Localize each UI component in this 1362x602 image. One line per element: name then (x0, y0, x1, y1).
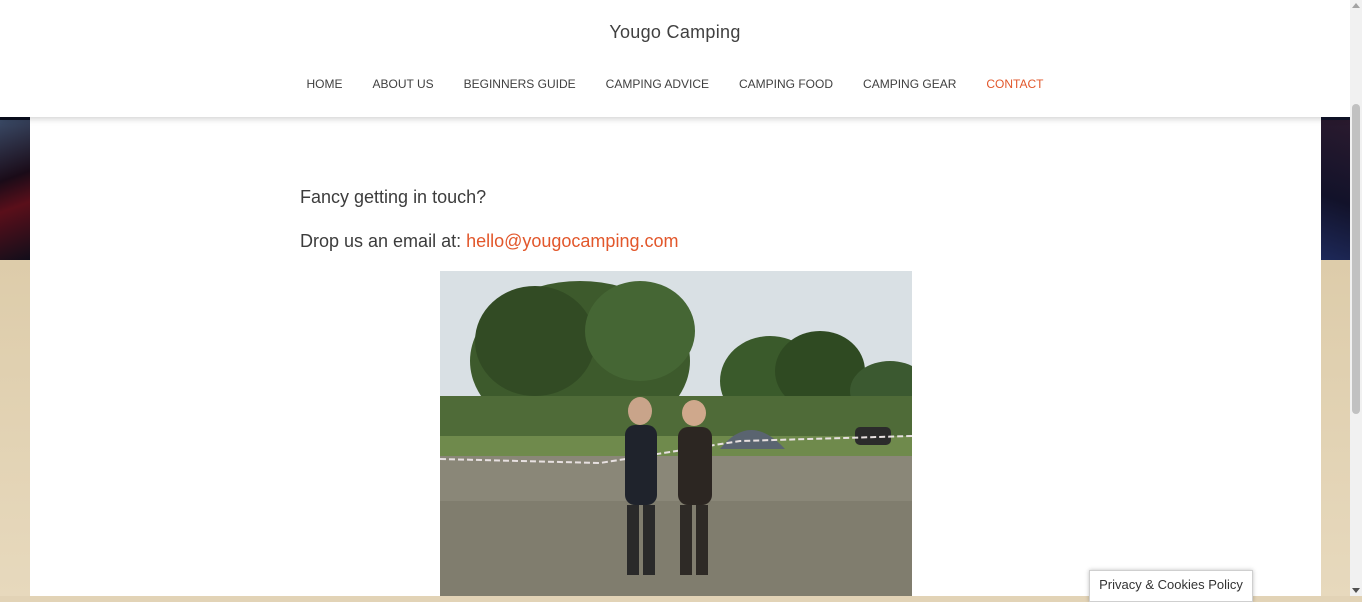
intro-text: Fancy getting in touch? (300, 187, 487, 207)
nav-beginners-guide[interactable]: BEGINNERS GUIDE (464, 75, 576, 93)
site-title[interactable]: Yougo Camping (0, 22, 1350, 43)
privacy-cookies-button[interactable]: Privacy & Cookies Policy (1089, 570, 1253, 602)
scroll-down-arrow-icon[interactable] (1352, 588, 1360, 593)
site-header: Yougo Camping HOME ABOUT US BEGINNERS GU… (0, 0, 1350, 117)
scroll-thumb[interactable] (1352, 104, 1360, 414)
email-line: Drop us an email at: hello@yougocamping.… (300, 231, 678, 252)
main-nav: HOME ABOUT US BEGINNERS GUIDE CAMPING AD… (0, 75, 1350, 93)
scroll-up-arrow-icon[interactable] (1352, 3, 1360, 8)
campsite-photo (440, 271, 912, 596)
nav-home[interactable]: HOME (307, 75, 343, 93)
nav-about-us[interactable]: ABOUT US (373, 75, 434, 93)
nav-camping-advice[interactable]: CAMPING ADVICE (606, 75, 709, 93)
nav-contact[interactable]: CONTACT (986, 75, 1043, 93)
page-scrollbar[interactable] (1350, 0, 1362, 596)
nav-camping-gear[interactable]: CAMPING GEAR (863, 75, 956, 93)
email-link[interactable]: hello@yougocamping.com (466, 231, 678, 251)
nav-camping-food[interactable]: CAMPING FOOD (739, 75, 833, 93)
content-card: Fancy getting in touch? Drop us an email… (30, 117, 1321, 596)
email-prefix: Drop us an email at: (300, 231, 467, 251)
